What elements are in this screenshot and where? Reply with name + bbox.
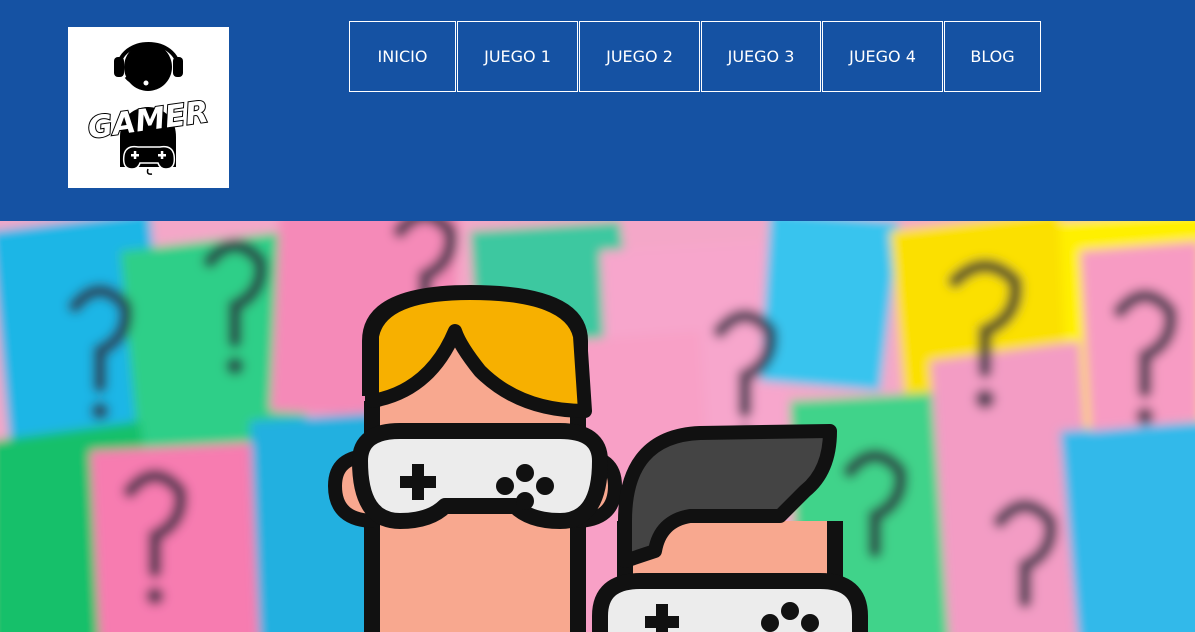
gamer-boy-dark-hair-icon [592, 424, 868, 632]
hero-banner [0, 221, 1195, 632]
nav-item-blog[interactable]: BLOG [944, 21, 1041, 92]
nav-item-label: BLOG [970, 47, 1015, 66]
gamer-boy-blonde-icon [327, 284, 623, 632]
nav-item-juego-2[interactable]: JUEGO 2 [579, 21, 700, 92]
nav-item-label: JUEGO 1 [484, 47, 551, 66]
hero-illustration [0, 221, 1195, 632]
nav-item-juego-3[interactable]: JUEGO 3 [701, 21, 821, 92]
site-header: GAMER INICIO JUEGO 1 JUEGO 2 JUEGO 3 JUE… [0, 0, 1195, 221]
nav-item-label: JUEGO 2 [606, 47, 673, 66]
nav-item-juego-1[interactable]: JUEGO 1 [457, 21, 578, 92]
nav-item-label: INICIO [377, 47, 428, 66]
gamepad-goggles-icon [352, 423, 608, 529]
nav-item-inicio[interactable]: INICIO [349, 21, 456, 92]
nav-item-label: JUEGO 4 [849, 47, 916, 66]
gamer-headset-logo-icon: GAMER [85, 42, 212, 175]
nav-item-label: JUEGO 3 [727, 47, 795, 66]
nav-item-juego-4[interactable]: JUEGO 4 [822, 21, 943, 92]
logo[interactable]: GAMER [68, 27, 229, 188]
question-mark-notes-background-icon [0, 221, 1195, 632]
main-nav: INICIO JUEGO 1 JUEGO 2 JUEGO 3 JUEGO 4 B… [349, 21, 1041, 92]
